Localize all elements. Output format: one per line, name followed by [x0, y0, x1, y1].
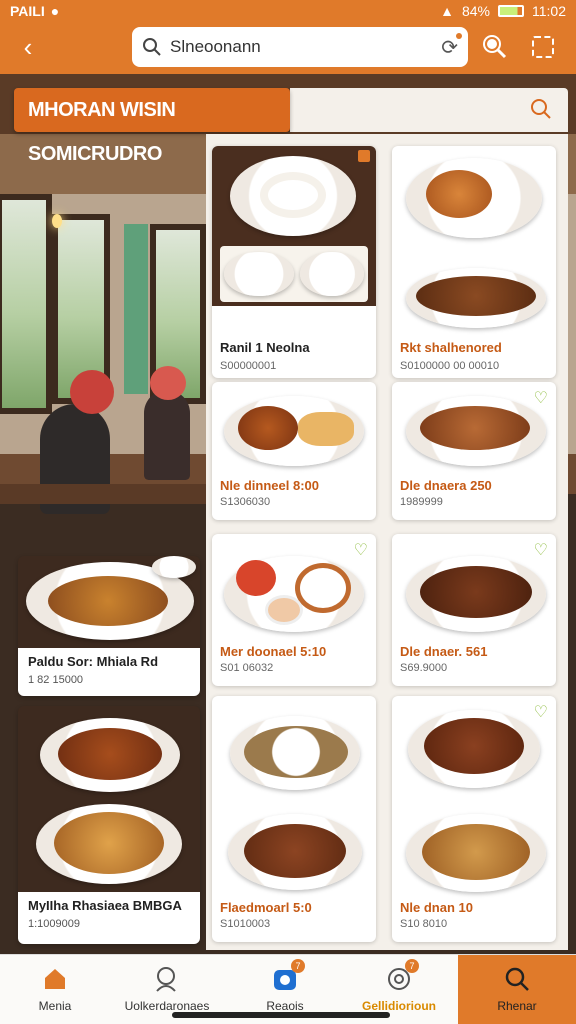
clock: 11:02 [532, 3, 566, 19]
menu-subtitle: S0100000 00 00010 [400, 360, 500, 372]
stew-dish [244, 824, 346, 878]
menu-subtitle: S01 06032 [220, 662, 274, 674]
braised-dish [58, 728, 162, 780]
rice-bowl [300, 568, 346, 608]
menu-card[interactable]: ♡ Nle dnan 10 S10 8010 [392, 696, 556, 942]
profile-search-icon [153, 965, 181, 993]
menu-title: Mer doonael 5:10 [220, 644, 327, 659]
banner-strip [290, 88, 568, 132]
search-input[interactable]: Slneoonann ⟳ [132, 27, 468, 67]
nav-item-menu[interactable]: Menia [0, 955, 110, 1024]
menu-subtitle: S1010003 [220, 918, 271, 930]
signal-icon: ▲ [440, 3, 454, 19]
menu-card[interactable]: Flaedmoarl 5:0 S1010003 [212, 696, 376, 942]
menu-card[interactable]: ♡ Mer doonael 5:10 S01 06032 [212, 534, 376, 686]
red-cap [70, 370, 114, 414]
rice-beans [244, 726, 348, 778]
status-bar: PAILI ● ▲ 84% 11:02 [0, 0, 576, 22]
menu-title: Nle dnan 10 [400, 900, 473, 915]
favorite-icon[interactable] [530, 98, 552, 120]
window-left [0, 194, 52, 414]
menu-title: Dle dnaera 250 [400, 478, 492, 493]
table [0, 484, 206, 504]
bread [298, 412, 354, 446]
dish-plate [300, 252, 364, 296]
nav-badge: 7 [291, 959, 305, 973]
dish-photo [212, 146, 376, 306]
dish-plate [224, 252, 294, 296]
magnifier-icon [483, 35, 507, 59]
badge-icon [358, 150, 370, 162]
grilled-chicken [416, 276, 536, 316]
carrier-label: PAILI [10, 3, 45, 19]
noodle-dish [422, 824, 530, 880]
nav-item-search[interactable]: Rhenar [458, 955, 576, 1024]
menu-title: Rkt shalhenored [400, 340, 502, 355]
menu-title: Nle dinneel 8:00 [220, 478, 319, 493]
featured-dish-card[interactable]: MyIIha Rhasiaea BMBGA 1:1009009 [18, 706, 200, 944]
menu-panel: Ranil 1 Neolna S00000001 Rkt shalhenored… [206, 134, 568, 950]
heart-icon[interactable]: ♡ [354, 540, 368, 560]
dish-name: Paldu Sor: Mhiala Rd [28, 654, 159, 669]
dish-name: MyIIha Rhasiaea BMBGA [28, 898, 182, 913]
menu-title: Ranil 1 Neolna [220, 340, 310, 355]
menu-card[interactable]: Nle dinneel 8:00 S1306030 [212, 382, 376, 520]
menu-title: Flaedmoarl 5:0 [220, 900, 312, 915]
camera-icon: 7 [271, 959, 305, 993]
menu-title: Dle dnaer. 561 [400, 644, 488, 659]
menu-subtitle: S69.9000 [400, 662, 448, 674]
side-bowl [152, 556, 196, 578]
braised-meat [424, 718, 524, 774]
dip-bowl [268, 598, 300, 622]
heart-icon[interactable]: ♡ [534, 540, 548, 560]
menu-card[interactable]: ♡ Dle dnaer. 561 S69.9000 [392, 534, 556, 686]
noodle-dish [48, 576, 168, 626]
nav-label: Reaois [266, 999, 304, 1013]
fried-dish [54, 812, 164, 874]
heart-icon[interactable]: ♡ [534, 702, 548, 722]
menu-subtitle: S10 8010 [400, 918, 448, 930]
search-query: Slneoonann [170, 37, 261, 56]
menu-subtitle: S00000001 [220, 360, 277, 372]
inset-photo [220, 246, 368, 302]
menu-card[interactable]: Rkt shalhenored S0100000 00 00010 [392, 146, 556, 378]
red-headscarf [150, 366, 186, 400]
battery-percent: 84% [461, 3, 490, 19]
location-icon: 7 [385, 959, 419, 993]
dish-price: 1 82 15000 [28, 674, 84, 686]
refresh-icon[interactable]: ⟳ [441, 32, 462, 60]
fried-rice [426, 170, 492, 218]
scan-icon[interactable] [532, 36, 554, 58]
nav-label: Menia [38, 999, 72, 1013]
dish-price: 1:1009009 [28, 918, 80, 930]
green-pillar [124, 224, 148, 394]
diner-person-2 [144, 390, 190, 480]
home-indicator[interactable] [172, 1012, 390, 1018]
menu-card[interactable]: Ranil 1 Neolna S00000001 [212, 146, 376, 378]
notification-dot-icon: ● [50, 3, 60, 19]
home-icon [41, 965, 69, 993]
battery-icon [498, 5, 524, 17]
menu-card[interactable]: ♡ Dle dnaera 250 1989999 [392, 382, 556, 520]
nav-label: Uolkerdaronaes [124, 999, 210, 1013]
menu-subtitle: 1989999 [400, 496, 443, 508]
search-icon [503, 965, 531, 993]
bean-dish [238, 406, 298, 450]
heart-icon[interactable]: ♡ [534, 388, 548, 408]
meatball-dish [420, 566, 532, 618]
restaurant-banner: MHORAN WISIN SOMICRUDRO [14, 88, 290, 165]
grilled-dish [420, 406, 530, 450]
featured-dish-card[interactable]: Paldu Sor: Mhiala Rd 1 82 15000 [18, 556, 200, 696]
nav-label: Rhenar [497, 999, 537, 1013]
rice-mound [260, 172, 326, 218]
search-profile-icon[interactable] [478, 32, 510, 64]
nav-badge: 7 [405, 959, 419, 973]
nav-label: Gellidiorioun [362, 999, 436, 1013]
top-bar: ‹ Slneoonann ⟳ [0, 22, 576, 74]
search-icon [143, 38, 161, 56]
menu-subtitle: S1306030 [220, 496, 271, 508]
back-icon[interactable]: ‹ [14, 32, 42, 62]
ceiling-lamp [52, 214, 62, 228]
sauce-bowl [236, 560, 276, 596]
